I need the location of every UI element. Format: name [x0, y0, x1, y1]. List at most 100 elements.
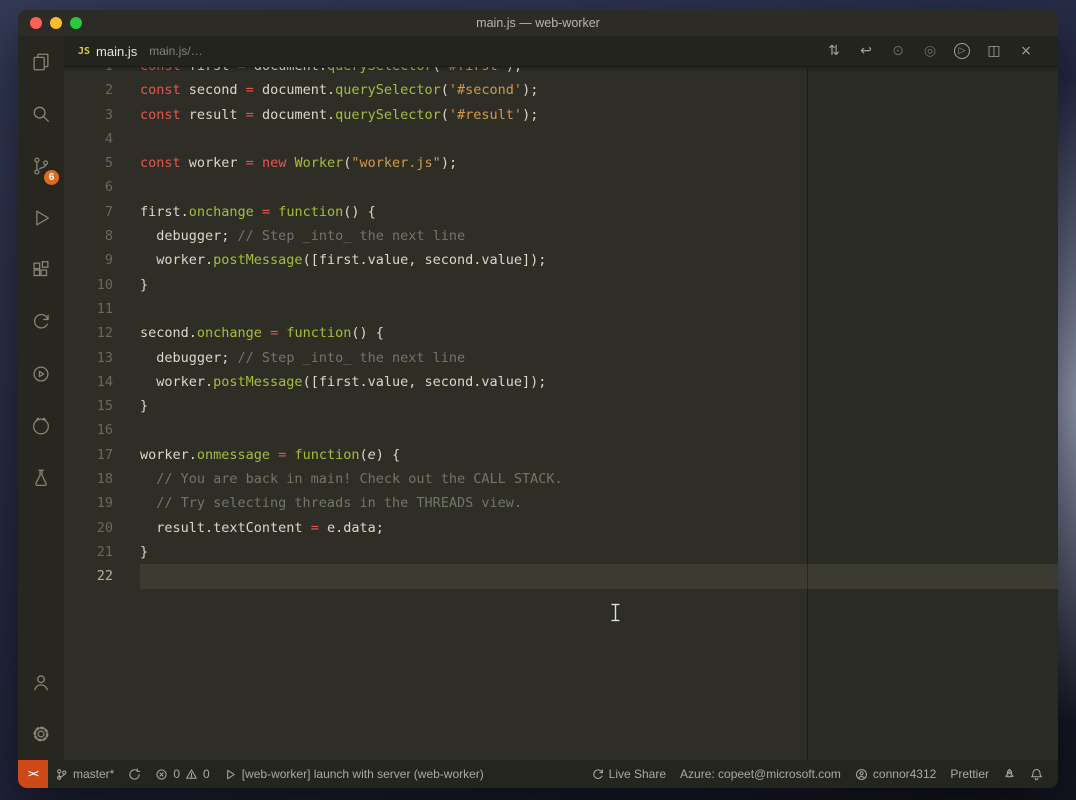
- split-editor-icon[interactable]: ◫: [986, 43, 1002, 59]
- code-line[interactable]: 19 // Try selecting threads in the THREA…: [64, 491, 1058, 515]
- branch-status[interactable]: master*: [48, 760, 121, 788]
- close-window-button[interactable]: [30, 17, 42, 29]
- vscode-window: main.js — web-worker 6: [18, 10, 1058, 788]
- line-number: 4: [64, 127, 140, 151]
- code-line[interactable]: 17worker.onmessage = function(e) {: [64, 443, 1058, 467]
- line-number: 2: [64, 78, 140, 102]
- debug-session-icon[interactable]: ◎: [922, 43, 938, 59]
- title-bar[interactable]: main.js — web-worker: [18, 10, 1058, 36]
- line-number: 6: [64, 175, 140, 199]
- rocket-icon: [1003, 768, 1016, 781]
- account-icon: [30, 671, 52, 693]
- code-line[interactable]: 11: [64, 297, 1058, 321]
- minimize-window-button[interactable]: [50, 17, 62, 29]
- close-editor-icon[interactable]: ×: [1018, 43, 1034, 59]
- code-line[interactable]: 3const result = document.querySelector('…: [64, 103, 1058, 127]
- code-line[interactable]: 6: [64, 175, 1058, 199]
- line-number: 18: [64, 467, 140, 491]
- account-status[interactable]: connor4312: [848, 767, 943, 781]
- branch-label: master*: [73, 767, 114, 781]
- activity-run-debug[interactable]: [18, 192, 64, 244]
- line-number: 8: [64, 224, 140, 248]
- warning-count: 0: [203, 767, 210, 781]
- extensions-icon: [30, 259, 52, 281]
- github-icon: [30, 415, 52, 437]
- code-line[interactable]: 22: [64, 564, 1058, 588]
- code-line[interactable]: 21}: [64, 540, 1058, 564]
- code-line[interactable]: 13 debugger; // Step _into_ the next lin…: [64, 346, 1058, 370]
- activity-live-share[interactable]: [18, 296, 64, 348]
- code-line[interactable]: 5const worker = new Worker("worker.js");: [64, 151, 1058, 175]
- navigate-back-icon[interactable]: ↩: [858, 43, 874, 59]
- activity-settings[interactable]: [18, 708, 64, 760]
- line-number: 10: [64, 273, 140, 297]
- tab-label: main.js: [96, 44, 137, 59]
- open-changes-icon[interactable]: ⇅: [826, 43, 842, 59]
- line-number: 3: [64, 103, 140, 127]
- code-lines: 1const first = document.querySelector('#…: [64, 67, 1058, 589]
- line-number: 14: [64, 370, 140, 394]
- tab-main-js[interactable]: JS main.js: [64, 36, 145, 66]
- code-line[interactable]: 18 // You are back in main! Check out th…: [64, 467, 1058, 491]
- code-line[interactable]: 14 worker.postMessage([first.value, seco…: [64, 370, 1058, 394]
- line-number: 12: [64, 321, 140, 345]
- activity-explorer[interactable]: [18, 36, 64, 88]
- live-share-icon: [30, 311, 52, 333]
- code-line[interactable]: 9 worker.postMessage([first.value, secon…: [64, 248, 1058, 272]
- activity-account[interactable]: [18, 656, 64, 708]
- line-number: 16: [64, 418, 140, 442]
- code-line[interactable]: 1const first = document.querySelector('#…: [64, 67, 1058, 78]
- feedback-status[interactable]: [996, 768, 1023, 781]
- activity-github-actions[interactable]: [18, 348, 64, 400]
- activity-search[interactable]: [18, 88, 64, 140]
- activity-test-explorer[interactable]: [18, 452, 64, 504]
- activity-source-control[interactable]: 6: [18, 140, 64, 192]
- notifications-status[interactable]: [1023, 768, 1050, 781]
- line-number: 22: [64, 564, 140, 588]
- sync-icon: [128, 768, 141, 781]
- code-line[interactable]: 2const second = document.querySelector('…: [64, 78, 1058, 102]
- gear-icon: [30, 723, 52, 745]
- code-line[interactable]: 12second.onchange = function() {: [64, 321, 1058, 345]
- line-number: 17: [64, 443, 140, 467]
- run-file-icon[interactable]: ▷: [954, 43, 970, 59]
- remote-icon: ><: [28, 769, 38, 780]
- line-number: 7: [64, 200, 140, 224]
- line-number: 1: [64, 67, 140, 78]
- sync-status[interactable]: [121, 760, 148, 788]
- line-number: 20: [64, 516, 140, 540]
- code-editor[interactable]: 1const first = document.querySelector('#…: [64, 67, 1058, 760]
- activity-extensions[interactable]: [18, 244, 64, 296]
- live-share-status[interactable]: Live Share: [584, 767, 673, 781]
- formatter-status[interactable]: Prettier: [943, 767, 996, 781]
- zoom-window-button[interactable]: [70, 17, 82, 29]
- line-number: 13: [64, 346, 140, 370]
- problems-status[interactable]: 0 0: [148, 760, 216, 788]
- code-line[interactable]: 16: [64, 418, 1058, 442]
- azure-status[interactable]: Azure: copeet@microsoft.com: [673, 767, 848, 781]
- source-control-badge: 6: [44, 170, 59, 185]
- live-share-label: Live Share: [609, 767, 666, 781]
- code-line[interactable]: 15}: [64, 394, 1058, 418]
- activity-github[interactable]: [18, 400, 64, 452]
- status-bar-right: Live Share Azure: copeet@microsoft.com c…: [584, 767, 1058, 781]
- code-line[interactable]: 8 debugger; // Step _into_ the next line: [64, 224, 1058, 248]
- line-number: 11: [64, 297, 140, 321]
- code-line[interactable]: 10}: [64, 273, 1058, 297]
- remote-indicator[interactable]: ><: [18, 760, 48, 788]
- code-line[interactable]: 20 result.textContent = e.data;: [64, 516, 1058, 540]
- line-number: 15: [64, 394, 140, 418]
- run-below-icon[interactable]: ⊙: [890, 43, 906, 59]
- window-controls: [30, 10, 82, 36]
- line-number: 21: [64, 540, 140, 564]
- window-title: main.js — web-worker: [18, 16, 1058, 30]
- breadcrumb[interactable]: main.js/…: [149, 44, 202, 58]
- error-icon: [155, 768, 168, 781]
- line-number: 9: [64, 248, 140, 272]
- launch-status[interactable]: [web-worker] launch with server (web-wor…: [217, 760, 491, 788]
- code-line[interactable]: 7first.onchange = function() {: [64, 200, 1058, 224]
- code-line[interactable]: 4: [64, 127, 1058, 151]
- account-label: connor4312: [873, 767, 936, 781]
- github-actions-icon: [30, 363, 52, 385]
- status-bar: >< master* 0 0: [18, 760, 1058, 788]
